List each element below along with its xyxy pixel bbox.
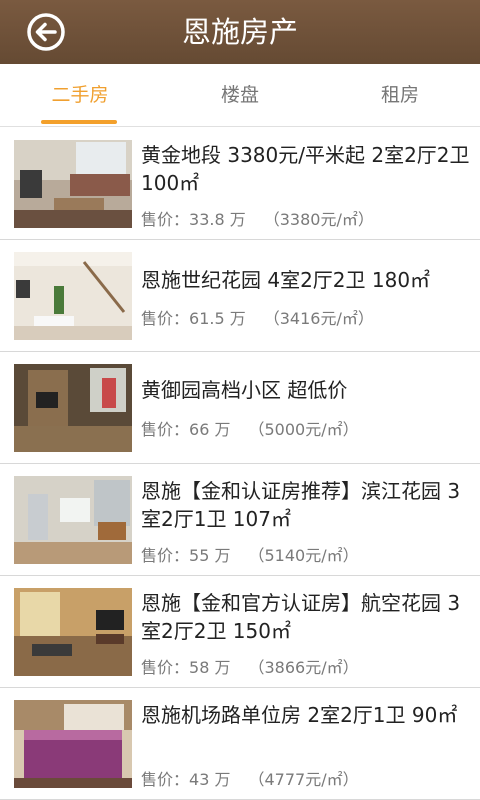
active-tab-indicator [41,120,117,124]
listing-title: 恩施【金和认证房推荐】滨江花园 3室2厅1卫 107㎡ [141,479,461,531]
price-per-sqm: （5140元/㎡） [248,546,359,565]
tab-bar: 二手房 楼盘 租房 [0,64,480,127]
price-value: 61.5 万 [189,309,246,328]
listing-item[interactable]: 恩施【金和认证房推荐】滨江花园 3室2厅1卫 107㎡ 售价：55 万 （5140… [0,464,480,576]
listing-title: 恩施世纪花园 4室2厅2卫 180㎡ [141,268,431,292]
listing-price: 售价：33.8 万 （3380元/㎡） [141,206,374,230]
price-per-sqm: （3380元/㎡） [263,210,374,229]
listing-title: 恩施【金和官方认证房】航空花园 3室2厅2卫 150㎡ [141,591,461,643]
price-label: 售价： [141,420,190,439]
listing-thumbnail [14,140,132,228]
listing-thumbnail [14,476,132,564]
price-value: 58 万 [189,658,231,677]
listing-item[interactable]: 恩施【金和官方认证房】航空花园 3室2厅2卫 150㎡ 售价：58 万 （3866… [0,576,480,688]
listing-title: 恩施机场路单位房 2室2厅1卫 90㎡ [141,703,458,727]
listing-thumbnail [14,700,132,788]
price-per-sqm: （3866元/㎡） [248,658,359,677]
listing-thumbnail [14,252,132,340]
price-label: 售价： [141,210,190,229]
header-bar: 恩施房产 [0,0,480,64]
listing-list: 黄金地段 3380元/平米起 2室2厅2卫 100㎡ 售价：33.8 万（338… [0,128,480,800]
tab-second-hand[interactable]: 二手房 [0,64,160,126]
price-label: 售价： [141,546,190,565]
price-label: 售价： [141,770,190,789]
price-label: 售价： [141,658,190,677]
listing-thumbnail [14,364,132,452]
listing-price: 售价：58 万 （3866元/㎡） [141,654,359,678]
price-per-sqm: （3416元/㎡） [263,309,374,328]
listing-price: 售价：61.5 万 （3416元/㎡） [141,305,374,329]
page-title: 恩施房产 [181,15,298,49]
listing-item[interactable]: 恩施世纪花园 4室2厅2卫 180㎡ 售价：61.5 万 （3416元/㎡） [0,240,480,352]
tab-new-buildings[interactable]: 楼盘 [160,64,320,126]
listing-item[interactable]: 恩施机场路单位房 2室2厅1卫 90㎡ 售价：43 万 （4777元/㎡） [0,688,480,800]
price-value: 55 万 [189,546,231,565]
price-per-sqm: （4777元/㎡） [248,770,359,789]
listing-title: 黄御园高档小区 超低价 [141,378,348,402]
price-per-sqm: （5000元/㎡） [248,420,359,439]
listing-price: 售价：55 万 （5140元/㎡） [141,542,359,566]
listing-price: 售价：66 万 （5000元/㎡） [141,416,359,440]
tab-rent[interactable]: 租房 [320,64,480,126]
price-value: 33.8 万 [189,210,246,229]
price-label: 售价： [141,309,190,328]
price-value: 66 万 [189,420,231,439]
listing-item[interactable]: 黄金地段 3380元/平米起 2室2厅2卫 100㎡ 售价：33.8 万 （338… [0,128,480,240]
listing-title: 黄金地段 3380元/平米起 2室2厅2卫 100㎡ [141,143,470,195]
listing-thumbnail [14,588,132,676]
listing-item[interactable]: 黄御园高档小区 超低价 售价：66 万 （5000元/㎡） [0,352,480,464]
price-value: 43 万 [189,770,231,789]
listing-price: 售价：43 万 （4777元/㎡） [141,766,359,790]
